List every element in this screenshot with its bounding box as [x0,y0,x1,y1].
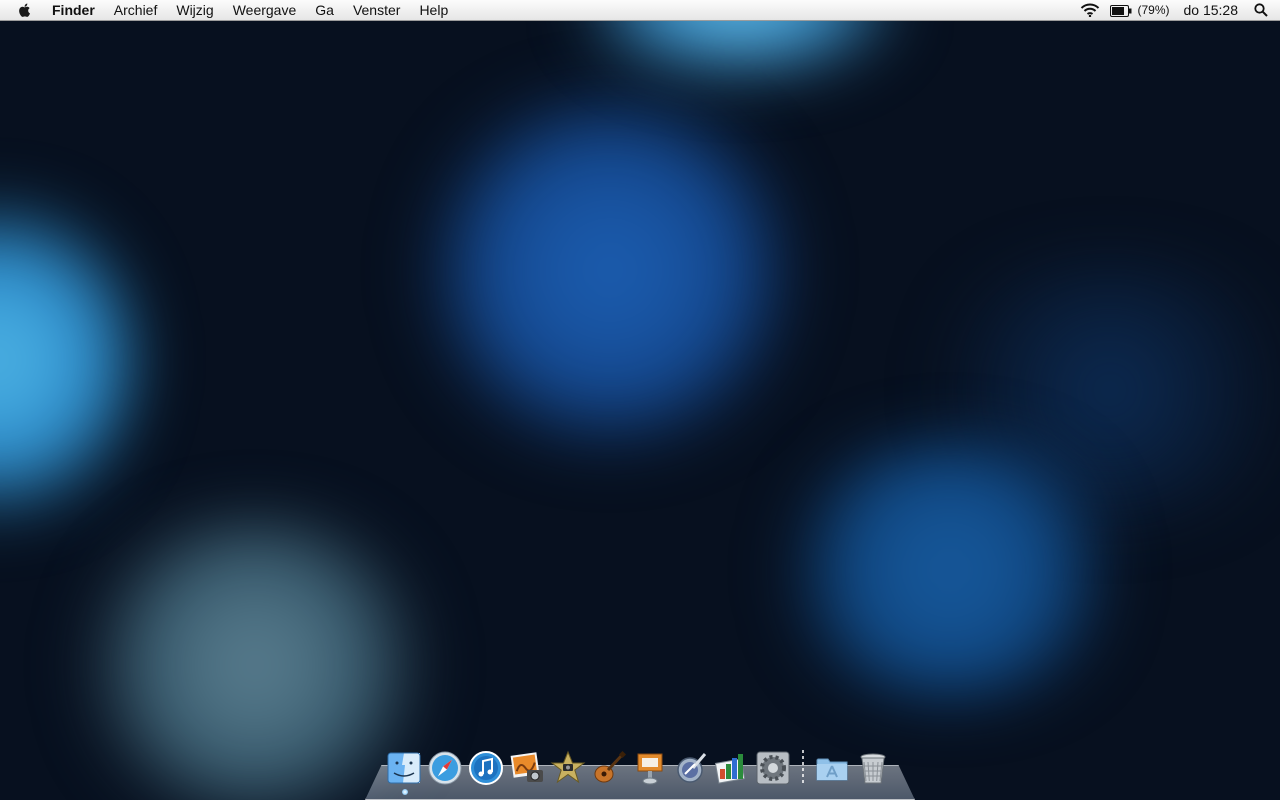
garageband-icon[interactable] [591,750,627,786]
menu-bar: Finder Archief Wijzig Weergave Ga Venste… [0,0,1280,21]
iphoto-icon[interactable] [509,750,545,786]
wallpaper-bokeh-left [0,190,140,530]
keynote-icon[interactable] [632,750,668,786]
finder-running-indicator [402,789,408,795]
menu-clock[interactable]: do 15:28 [1184,2,1239,18]
spotlight-search-icon[interactable] [1254,3,1268,17]
applications-folder-icon[interactable] [814,750,850,786]
safari-icon[interactable] [427,750,463,786]
numbers-icon[interactable] [714,750,750,786]
finder-icon[interactable] [386,750,422,786]
wifi-icon[interactable] [1080,3,1100,18]
preview-icon[interactable] [673,750,709,786]
wallpaper-bokeh-center [410,90,810,450]
dock-separator[interactable] [802,750,804,786]
battery-icon[interactable] [1110,4,1132,17]
menu-archief[interactable]: Archief [114,0,158,20]
desktop[interactable] [0,0,1280,800]
menu-bar-left: Finder Archief Wijzig Weergave Ga Venste… [16,0,467,20]
dock [386,746,896,786]
menu-wijzig[interactable]: Wijzig [176,0,213,20]
apple-logo-icon[interactable] [16,1,34,19]
system-preferences-icon[interactable] [755,750,791,786]
trash-icon[interactable] [855,750,891,786]
menu-ga[interactable]: Ga [315,0,334,20]
menu-weergave[interactable]: Weergave [233,0,297,20]
menu-app-finder[interactable]: Finder [52,0,95,20]
wallpaper-bokeh-grey [75,515,435,800]
battery-percent: (79%) [1137,3,1170,17]
imovie-icon[interactable] [550,750,586,786]
menu-bar-status: (79%) do 15:28 [1080,0,1268,20]
menu-venster[interactable]: Venster [353,0,400,20]
itunes-icon[interactable] [468,750,504,786]
wallpaper-bokeh-right [770,440,1130,700]
menu-help[interactable]: Help [419,0,448,20]
